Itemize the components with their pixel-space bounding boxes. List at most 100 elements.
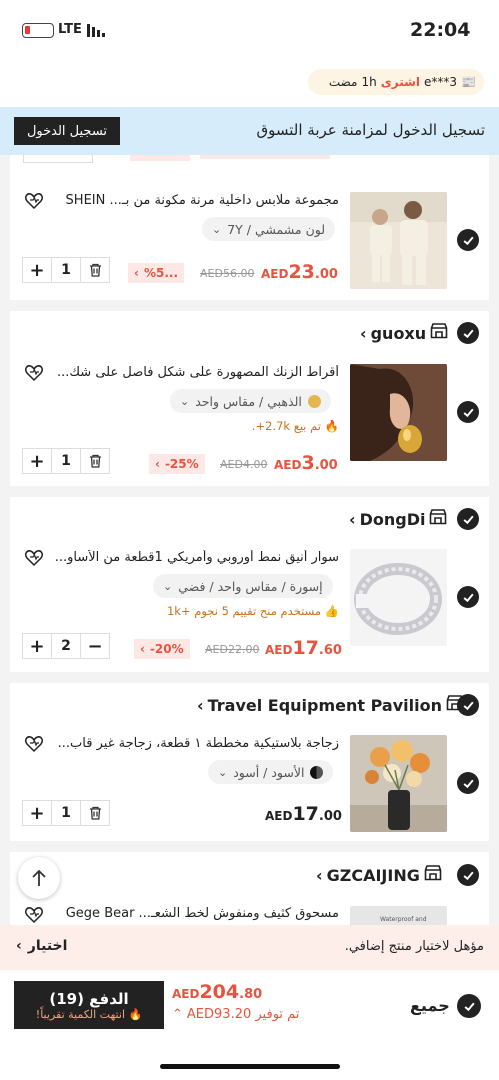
item-1-image[interactable] bbox=[350, 192, 447, 289]
activity-user: e***3 bbox=[424, 75, 458, 89]
wishlist-heart-icon[interactable] bbox=[24, 191, 44, 211]
item-2-price-currency: AED bbox=[274, 458, 302, 472]
item-1-price: AED 23 .00 bbox=[261, 261, 338, 283]
store-2-checkbox[interactable] bbox=[457, 322, 479, 344]
chevron-left-icon: ‹ bbox=[140, 642, 145, 656]
item-5-title[interactable]: مسحوق كثيف ومنفوش لخط الشعـ... Gege Bear bbox=[56, 906, 339, 921]
item-3-price: AED 17 .60 bbox=[265, 637, 342, 659]
increase-button[interactable]: + bbox=[23, 258, 51, 282]
item-1-price-dec: .00 bbox=[314, 267, 338, 282]
wishlist-heart-icon[interactable] bbox=[24, 363, 44, 383]
item-3-quantity-stepper[interactable]: + 2 − bbox=[22, 633, 110, 659]
fire-icon: 🔥 bbox=[128, 1007, 143, 1021]
item-2-quantity[interactable]: 1 bbox=[51, 449, 81, 473]
store-3-header[interactable]: ‹ DongDi bbox=[349, 509, 447, 529]
item-2-image[interactable] bbox=[350, 364, 447, 461]
item-3-meta: مستخدم منح تقييم 5 نجوم +1k bbox=[166, 604, 322, 618]
store-5-name: GZCAIJING bbox=[326, 865, 420, 885]
item-1-checkbox[interactable] bbox=[457, 229, 479, 251]
store-icon bbox=[424, 865, 442, 885]
chevron-left-icon: ‹ bbox=[349, 509, 356, 529]
stock-warning: 🔥 انتهت الكمية تقريباً! bbox=[36, 1008, 142, 1021]
store-2-header[interactable]: ‹ guoxu bbox=[360, 323, 448, 343]
item-4-variant[interactable]: الأسود / أسود ⌄ bbox=[208, 760, 334, 784]
store-5-header[interactable]: ‹ GZCAIJING bbox=[316, 865, 442, 885]
item-3-quantity[interactable]: 2 bbox=[51, 634, 81, 658]
store-4-header[interactable]: ‹ Travel Equipment Pavilion bbox=[197, 695, 464, 715]
sync-banner: تسجيل الدخول تسجيل الدخول لمزامنة عربة ا… bbox=[0, 107, 499, 155]
item-3-old-price: AED22.00 bbox=[205, 643, 260, 656]
savings-toggle[interactable]: ⌃ تم توفير AED93.20 bbox=[172, 1007, 299, 1022]
total-dec: .80 bbox=[239, 987, 263, 1002]
delete-icon[interactable] bbox=[81, 449, 109, 473]
item-4-quantity[interactable]: 1 bbox=[51, 801, 81, 825]
stock-warning-text: انتهت الكمية تقريباً! bbox=[35, 1007, 125, 1021]
item-3-title[interactable]: سوار أنيق نمط أوروبي وأمريكي 1قطعة من ال… bbox=[56, 550, 339, 565]
previous-card-fragment bbox=[10, 155, 489, 165]
item-3-checkbox[interactable] bbox=[457, 586, 479, 608]
item-4-variant-label: الأسود / أسود bbox=[233, 764, 305, 780]
wishlist-heart-icon[interactable] bbox=[24, 905, 44, 925]
decrease-button[interactable]: − bbox=[81, 634, 109, 658]
delete-icon[interactable] bbox=[81, 801, 109, 825]
chevron-left-icon: ‹ bbox=[316, 865, 323, 885]
store-3-checkbox[interactable] bbox=[457, 508, 479, 530]
item-4-checkbox[interactable] bbox=[457, 772, 479, 794]
select-all-checkbox[interactable] bbox=[457, 994, 481, 1018]
promo-action-label: اختيار bbox=[27, 938, 68, 954]
status-bar: LTE 22:04 bbox=[0, 0, 499, 60]
item-2-checkbox[interactable] bbox=[457, 401, 479, 423]
item-4-image[interactable] bbox=[350, 735, 447, 832]
cart-item-card-2: ‹ guoxu أقراط الزنك المصهورة على شكل فاص… bbox=[10, 311, 489, 486]
store-5-checkbox[interactable] bbox=[457, 864, 479, 886]
activity-action: اشترى bbox=[380, 75, 421, 89]
wishlist-heart-icon[interactable] bbox=[24, 548, 44, 568]
item-1-variant[interactable]: لون مشمشي / 7Y ⌄ bbox=[202, 217, 336, 241]
activity-toast: 📰 e***3 اشترى 1h مضت bbox=[308, 69, 484, 95]
wishlist-heart-icon[interactable] bbox=[24, 734, 44, 754]
cart-item-card-3: ‹ DongDi سوار أنيق نمط أوروبي وأمريكي 1ق… bbox=[10, 497, 489, 672]
item-3-discount: -20% bbox=[149, 642, 184, 656]
item-1-quantity[interactable]: 1 bbox=[51, 258, 81, 282]
chevron-up-icon: ⌃ bbox=[172, 1007, 183, 1022]
promo-bar[interactable]: ‹ اختيار مؤهل لاختيار منتج إضافي. bbox=[0, 925, 499, 970]
increase-button[interactable]: + bbox=[23, 634, 51, 658]
total-price: AED 204 .80 bbox=[172, 981, 262, 1003]
delete-icon[interactable] bbox=[81, 258, 109, 282]
item-2-meta: تم بيع 2.7k+. bbox=[251, 419, 322, 433]
item-2-quantity-stepper[interactable]: + 1 bbox=[22, 448, 110, 474]
item-3-variant[interactable]: إسورة / مقاس واحد / فضي ⌄ bbox=[153, 574, 333, 598]
item-3-discount-badge[interactable]: ‹ -20% bbox=[134, 639, 190, 659]
chevron-left-icon: ‹ bbox=[134, 266, 139, 280]
chevron-left-icon: ‹ bbox=[16, 938, 22, 954]
chevron-down-icon: ⌄ bbox=[180, 394, 190, 408]
item-4-price: AED 17 .00 bbox=[265, 803, 342, 825]
item-4-title[interactable]: زجاجة بلاستيكية مخططة ١ قطعة، زجاجة غير … bbox=[56, 736, 339, 751]
chevron-left-icon: ‹ bbox=[197, 695, 204, 715]
item-4-quantity-stepper[interactable]: + 1 bbox=[22, 800, 110, 826]
savings-text: تم توفير AED93.20 bbox=[186, 1007, 300, 1022]
promo-select-link[interactable]: ‹ اختيار bbox=[16, 938, 67, 954]
item-3-image[interactable] bbox=[350, 549, 447, 646]
select-all-label[interactable]: جميع bbox=[410, 996, 450, 1015]
increase-button[interactable]: + bbox=[23, 449, 51, 473]
login-button[interactable]: تسجيل الدخول bbox=[14, 117, 120, 145]
sync-banner-text: تسجيل الدخول لمزامنة عربة التسوق bbox=[256, 121, 486, 139]
item-1-discount-badge[interactable]: ‹ %5... bbox=[128, 263, 185, 283]
item-2-price: AED 3 .00 bbox=[274, 452, 338, 474]
item-3-price-currency: AED bbox=[265, 643, 293, 657]
item-1-price-currency: AED bbox=[261, 267, 289, 281]
item-2-variant-label: الذهبي / مقاس واحد bbox=[195, 393, 302, 409]
signal-icon bbox=[87, 24, 107, 37]
promo-text: مؤهل لاختيار منتج إضافي. bbox=[344, 939, 484, 954]
total-int: 204 bbox=[199, 981, 240, 1003]
item-1-quantity-stepper[interactable]: + 1 bbox=[22, 257, 110, 283]
store-icon bbox=[429, 509, 447, 529]
item-2-discount-badge[interactable]: ‹ -25% bbox=[149, 454, 205, 474]
scroll-to-top-button[interactable] bbox=[18, 857, 60, 899]
item-2-variant[interactable]: الذهبي / مقاس واحد ⌄ bbox=[170, 389, 331, 413]
item-1-title[interactable]: مجموعة ملابس داخلية مرنة مكونة من بـ... … bbox=[56, 193, 339, 208]
increase-button[interactable]: + bbox=[23, 801, 51, 825]
checkout-button[interactable]: الدفع (19) 🔥 انتهت الكمية تقريباً! bbox=[14, 981, 164, 1029]
item-2-title[interactable]: أقراط الزنك المصهورة على شكل فاصل على شك… bbox=[56, 365, 339, 380]
